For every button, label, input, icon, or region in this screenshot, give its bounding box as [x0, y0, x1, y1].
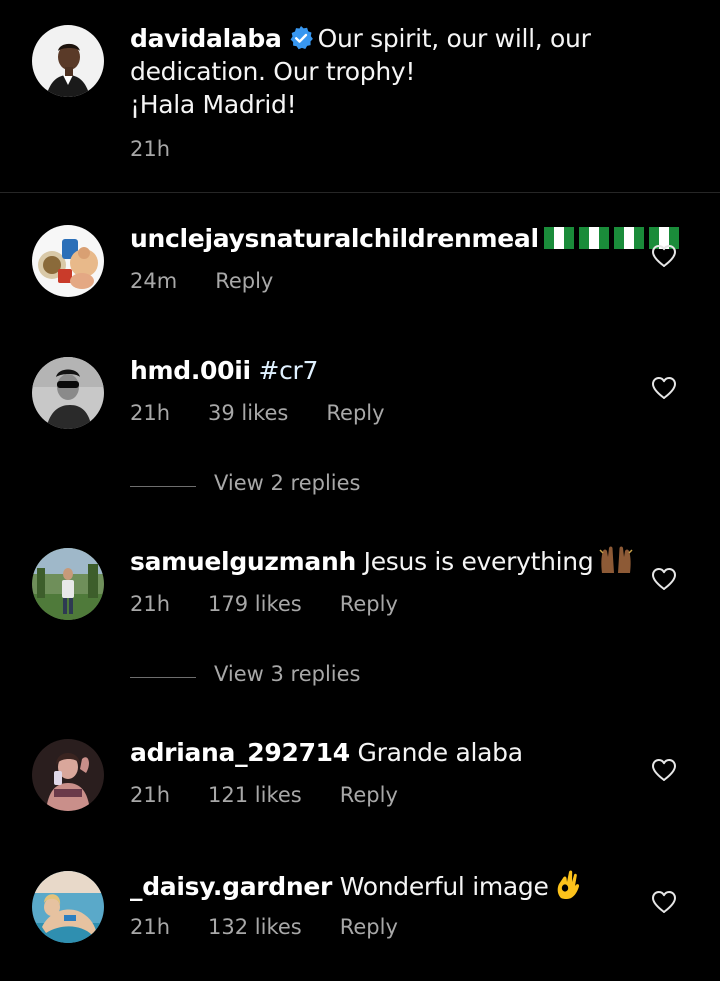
heart-icon[interactable] — [651, 758, 677, 782]
view-replies-button[interactable]: View 3 replies — [130, 662, 430, 692]
reply-button[interactable]: Reply — [340, 915, 398, 939]
comment-item: adriana_292714 Grande alaba 21h 121 likes… — [0, 736, 720, 849]
comment-username[interactable]: hmd.00ii — [130, 356, 251, 385]
caption-line-3: ¡Hala Madrid! — [130, 90, 297, 119]
view-replies-label: View 3 replies — [214, 662, 361, 686]
comment-text: hmd.00ii #cr7 — [130, 354, 630, 388]
comment-username[interactable]: unclejaysnaturalchildrenmeal — [130, 224, 539, 253]
likes-count[interactable]: 132 likes — [208, 915, 302, 939]
view-replies-button[interactable]: View 2 replies — [130, 471, 430, 501]
comment-avatar[interactable] — [32, 225, 104, 297]
comment-avatar[interactable] — [32, 871, 104, 943]
comment-text: samuelguzmanh Jesus is everything — [130, 545, 633, 584]
likes-count[interactable]: 39 likes — [208, 401, 288, 425]
caption-line-1: Our spirit, our will, our — [317, 24, 591, 53]
comment-item: hmd.00ii #cr7 21h 39 likes Reply — [0, 354, 720, 467]
comment-username[interactable]: samuelguzmanh — [130, 547, 356, 576]
comment-text: adriana_292714 Grande alaba — [130, 736, 630, 770]
comment-avatar[interactable] — [32, 739, 104, 811]
comment-username[interactable]: adriana_292714 — [130, 738, 350, 767]
reply-button[interactable]: Reply — [340, 592, 398, 616]
caption-avatar[interactable] — [32, 25, 104, 97]
comment-item: _daisy.gardner Wonderful image 21h 132 li… — [0, 868, 720, 981]
replies-divider-line — [130, 677, 196, 678]
caption-timestamp: 21h — [130, 137, 171, 161]
nigeria-flag-icon — [578, 227, 609, 249]
avatar-icon — [32, 25, 104, 97]
comment-timestamp: 21h — [130, 783, 171, 807]
comment-meta: 21h 121 likes Reply — [130, 783, 398, 807]
ok-hand-emoji — [555, 868, 581, 909]
avatar-icon — [32, 739, 104, 811]
comment-meta: 21h 132 likes Reply — [130, 915, 398, 939]
comment-meta: 21h 179 likes Reply — [130, 592, 398, 616]
comments-screen: davidalaba Our spirit, our will, our ded… — [0, 0, 720, 970]
avatar-icon — [32, 225, 104, 297]
reply-button[interactable]: Reply — [326, 401, 384, 425]
likes-count[interactable]: 179 likes — [208, 592, 302, 616]
comment-body: Wonderful image — [339, 872, 549, 901]
verified-badge-icon — [288, 25, 314, 51]
hashtag-link[interactable]: #cr7 — [258, 356, 318, 385]
comment-item: unclejaysnaturalchildrenmeal 24m Reply — [0, 222, 720, 335]
view-replies-label: View 2 replies — [214, 471, 361, 495]
heart-icon[interactable] — [651, 890, 677, 914]
likes-count[interactable]: 121 likes — [208, 783, 302, 807]
comment-timestamp: 21h — [130, 592, 171, 616]
comment-text: unclejaysnaturalchildrenmeal — [130, 222, 679, 256]
comment-avatar[interactable] — [32, 548, 104, 620]
avatar-icon — [32, 871, 104, 943]
comment-username[interactable]: _daisy.gardner — [130, 872, 332, 901]
heart-icon[interactable] — [651, 244, 677, 268]
nigeria-flag-icon — [543, 227, 574, 249]
comment-body: Jesus is everything — [363, 547, 594, 576]
caption-username[interactable]: davidalaba — [130, 24, 282, 53]
reply-button[interactable]: Reply — [340, 783, 398, 807]
caption-text: davidalaba Our spirit, our will, our ded… — [130, 22, 690, 121]
comment-meta: 24m Reply — [130, 269, 273, 293]
heart-icon[interactable] — [651, 567, 677, 591]
raising-hands-emoji — [599, 545, 633, 584]
post-caption: davidalaba Our spirit, our will, our ded… — [0, 0, 720, 192]
comment-timestamp: 24m — [130, 269, 178, 293]
reply-button[interactable]: Reply — [215, 269, 273, 293]
caption-divider — [0, 192, 720, 193]
avatar-icon — [32, 548, 104, 620]
caption-line-2: dedication. Our trophy! — [130, 57, 416, 86]
comment-meta: 21h 39 likes Reply — [130, 401, 385, 425]
comment-text: _daisy.gardner Wonderful image — [130, 868, 630, 909]
heart-icon[interactable] — [651, 376, 677, 400]
replies-divider-line — [130, 486, 196, 487]
avatar-icon — [32, 357, 104, 429]
comment-timestamp: 21h — [130, 401, 171, 425]
comment-avatar[interactable] — [32, 357, 104, 429]
nigeria-flag-icon — [613, 227, 644, 249]
comment-body: Grande alaba — [357, 738, 523, 767]
comment-item: samuelguzmanh Jesus is everything 21h 179… — [0, 545, 720, 658]
comment-timestamp: 21h — [130, 915, 171, 939]
